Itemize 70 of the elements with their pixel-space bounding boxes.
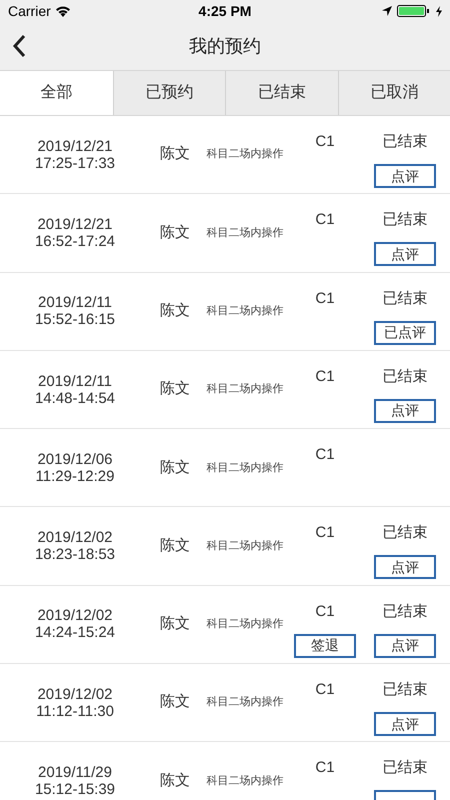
license-class: C1 <box>315 524 335 542</box>
subject-label: 科目二场内操作 <box>206 147 284 162</box>
student-name: 陈文 <box>160 536 190 556</box>
carrier-label: Carrier <box>8 2 51 20</box>
clock-time: 4:25 PM <box>198 2 252 20</box>
license-class: C1 <box>315 681 335 698</box>
license-class: C1 <box>315 290 335 307</box>
appointment-date: 2019/12/06 <box>37 450 113 468</box>
review-button[interactable]: 点评 <box>374 242 436 266</box>
license-class: C1 <box>315 133 335 150</box>
license-class: C1 <box>315 759 335 776</box>
appointment-date: 2019/12/21 <box>37 216 113 233</box>
subject-label: 科目二场内操作 <box>206 226 284 241</box>
student-name: 陈文 <box>160 770 190 791</box>
subject-label: 科目二场内操作 <box>206 695 284 710</box>
appointment-date: 2019/12/02 <box>37 607 113 624</box>
appointment-time: 14:48-14:54 <box>34 390 116 407</box>
appointment-time: 18:23-18:53 <box>34 546 116 564</box>
wifi-icon <box>54 5 71 17</box>
appointment-time: 15:12-15:39 <box>34 781 116 798</box>
page-title: 我的预约 <box>189 34 261 58</box>
review-button[interactable]: 已点评 <box>374 320 436 345</box>
battery-icon <box>397 5 431 17</box>
subject-label: 科目二场内操作 <box>206 774 284 789</box>
status-label: 已结束 <box>382 290 428 307</box>
appointment-time: 15:52-16:15 <box>34 311 116 328</box>
appointment-date: 2019/12/11 <box>38 372 112 390</box>
charging-bolt-icon <box>436 6 442 16</box>
review-button[interactable]: 点评 <box>374 712 436 736</box>
review-button[interactable]: 点评 <box>374 555 436 580</box>
subject-label: 科目二场内操作 <box>206 304 284 319</box>
student-name: 陈文 <box>160 379 190 400</box>
status-label: 已结束 <box>382 602 428 620</box>
license-class: C1 <box>315 602 335 620</box>
student-name: 陈文 <box>160 458 190 478</box>
status-label: 已结束 <box>382 211 428 228</box>
student-name: 陈文 <box>160 300 190 321</box>
back-button[interactable] <box>12 34 26 58</box>
appointment-date: 2019/11/29 <box>38 764 112 782</box>
subject-label: 科目二场内操作 <box>206 382 284 398</box>
appointment-date: 2019/12/02 <box>37 529 113 546</box>
sign-out-button[interactable]: 签退 <box>294 634 356 658</box>
appointment-time: 11:12-11:30 <box>36 702 114 720</box>
license-class: C1 <box>315 446 335 464</box>
status-label: 已结束 <box>382 524 428 542</box>
appointment-time: 11:29-12:29 <box>36 468 114 485</box>
appointment-time: 14:24-15:24 <box>34 624 116 642</box>
subject-label: 科目二场内操作 <box>206 538 284 554</box>
appointment-date: 2019/12/11 <box>38 294 112 312</box>
location-arrow-icon <box>382 6 392 16</box>
appointment-date: 2019/12/02 <box>37 686 113 703</box>
status-label: 已结束 <box>382 681 428 698</box>
student-name: 陈文 <box>160 144 190 164</box>
license-class: C1 <box>315 211 335 228</box>
appointment-time: 17:25-17:33 <box>34 154 116 172</box>
status-label: 已结束 <box>382 368 428 385</box>
status-label: 已结束 <box>382 133 428 150</box>
review-button[interactable]: 点评 <box>374 634 436 658</box>
tab[interactable]: 全部 <box>0 71 112 115</box>
appointment-time: 16:52-17:24 <box>34 232 116 250</box>
subject-label: 科目二场内操作 <box>206 460 284 476</box>
subject-label: 科目二场内操作 <box>206 617 284 632</box>
license-class: C1 <box>315 368 335 385</box>
status-label: 已结束 <box>382 759 428 776</box>
appointment-date: 2019/12/21 <box>37 138 113 155</box>
student-name: 陈文 <box>160 614 190 634</box>
student-name: 陈文 <box>160 222 190 243</box>
review-button[interactable]: 点评 <box>374 398 436 423</box>
student-name: 陈文 <box>160 692 190 712</box>
review-button[interactable]: 点评 <box>374 164 436 188</box>
